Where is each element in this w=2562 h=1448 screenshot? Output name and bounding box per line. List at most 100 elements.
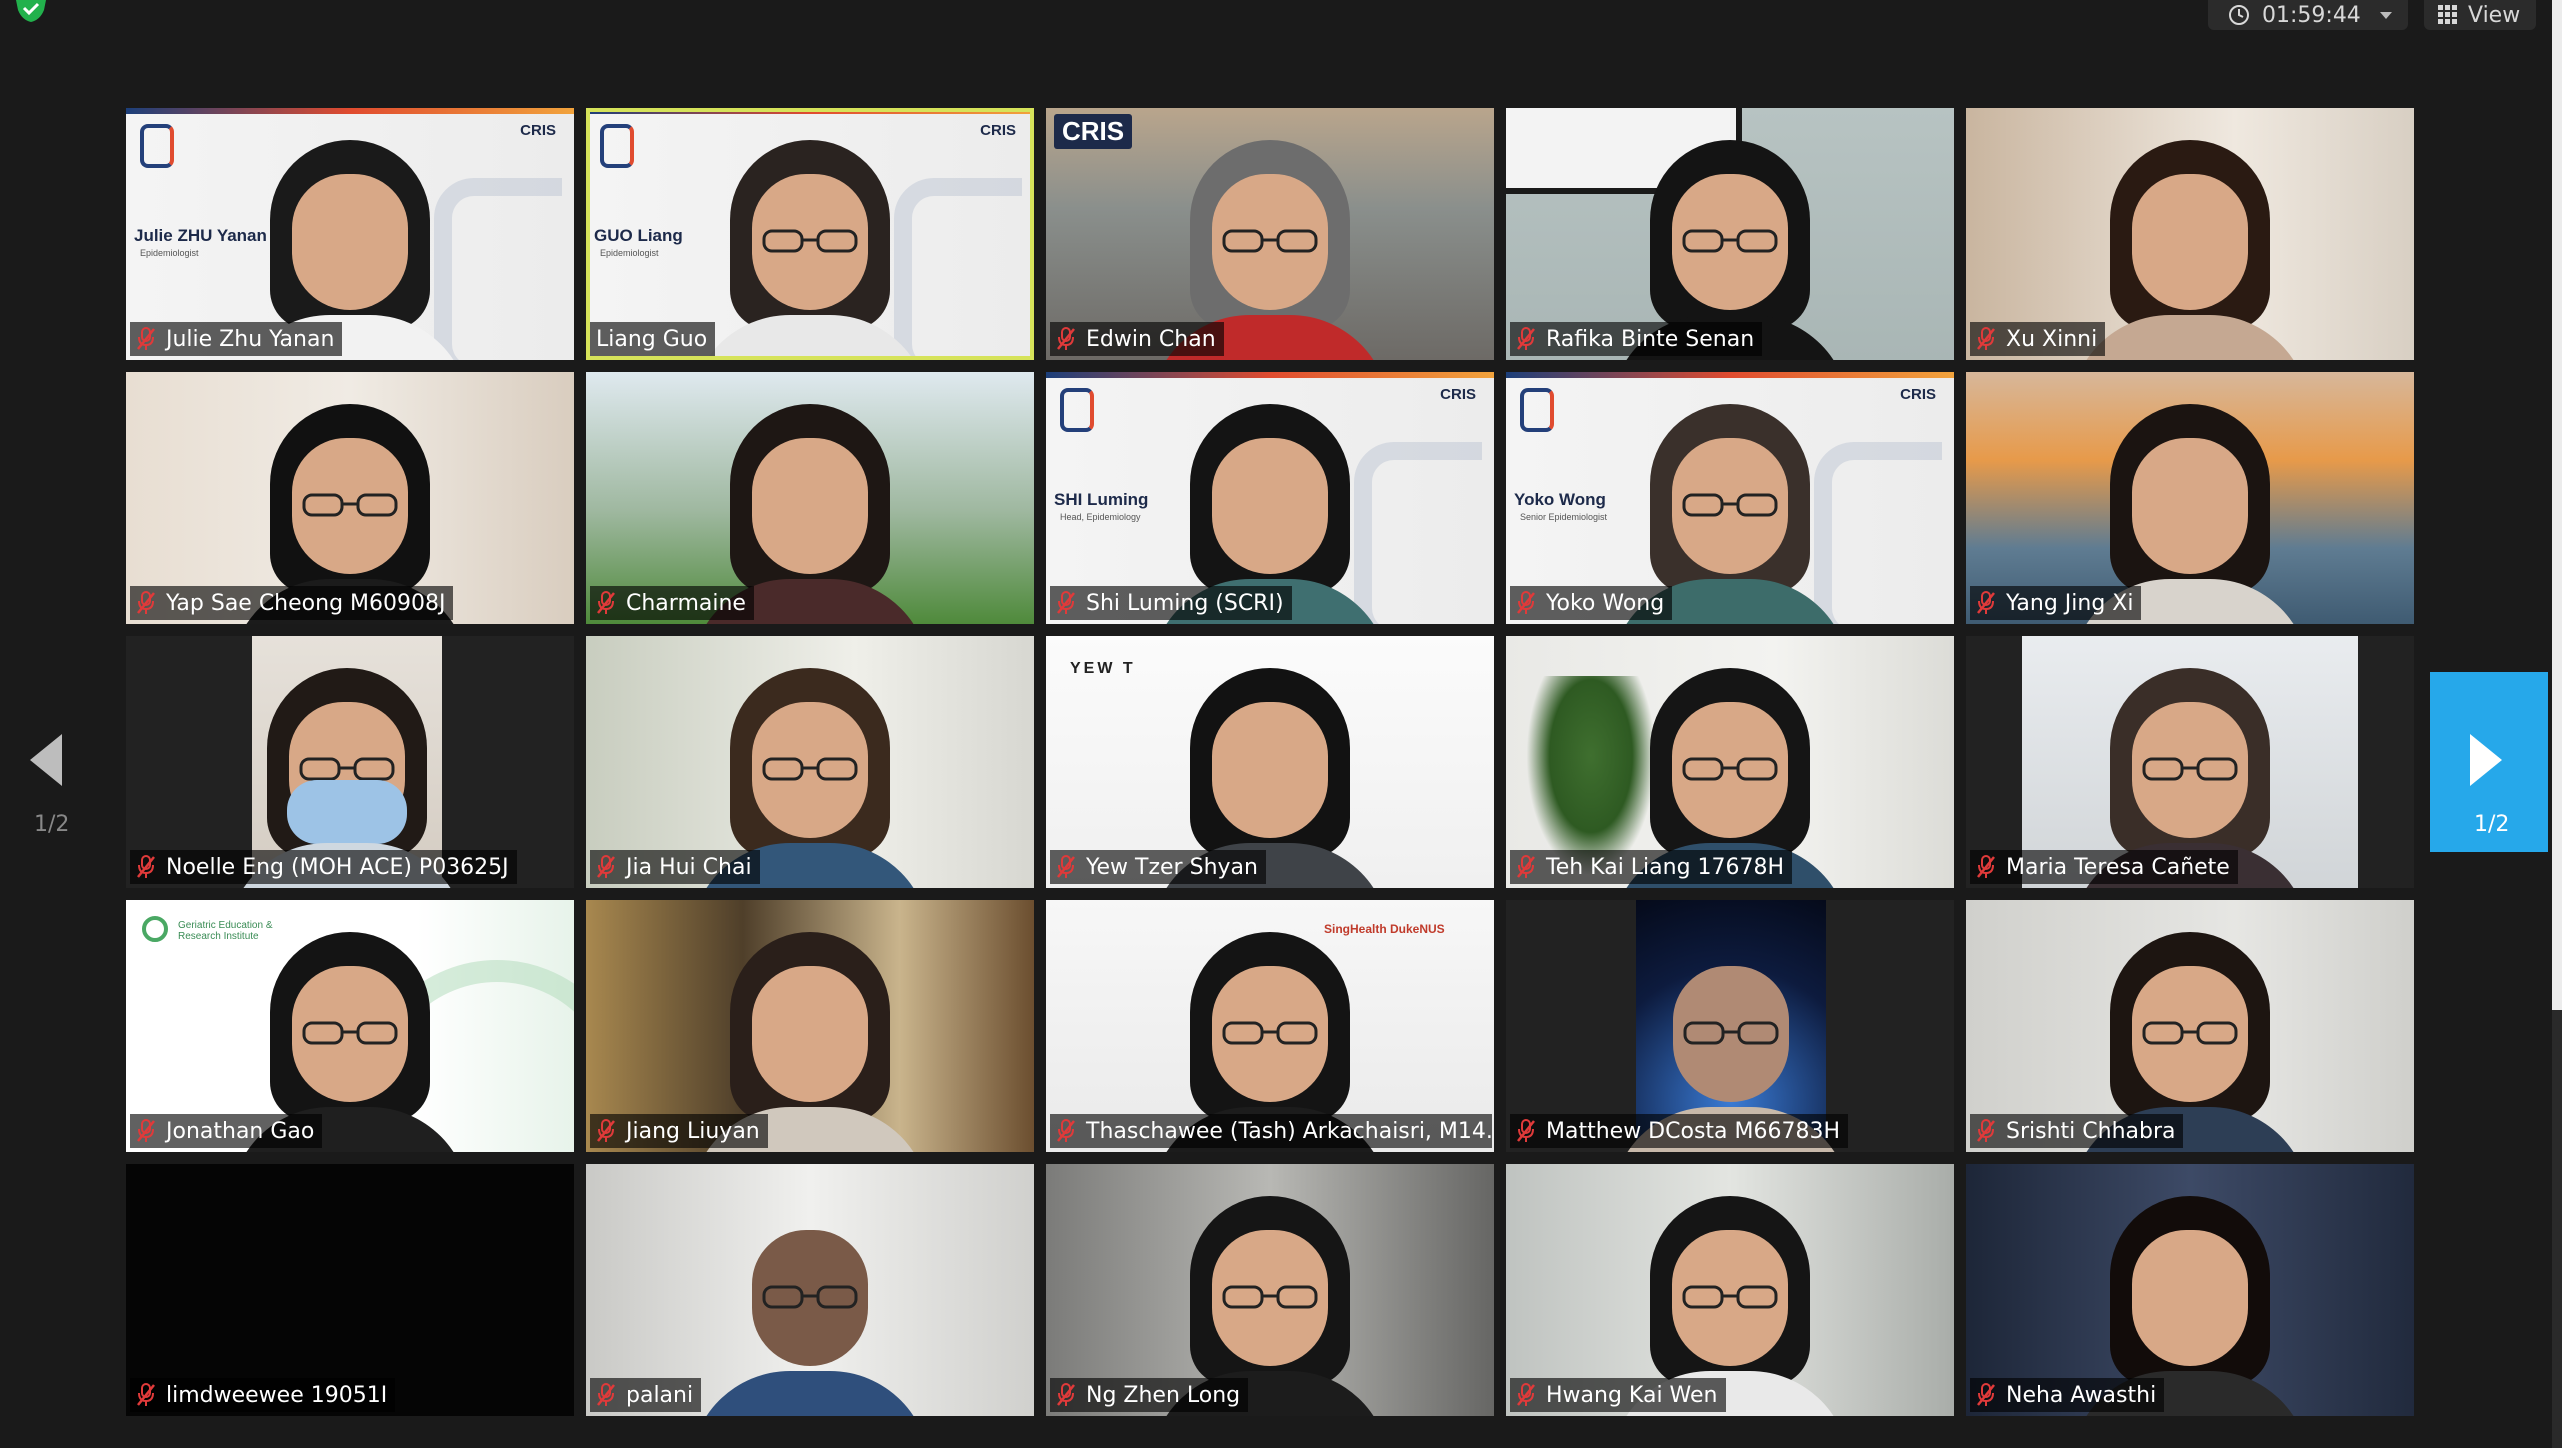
participant-name: limdweewee 19051I — [166, 1382, 388, 1408]
slide-accent-bar — [126, 108, 574, 114]
mic-muted-icon — [1977, 1383, 1995, 1406]
background-sign: YEW T — [1070, 660, 1136, 677]
video-tile[interactable]: Geriatric Education & Research Institute… — [126, 900, 574, 1152]
slide-presenter-role: Senior Epidemiologist — [1520, 512, 1608, 522]
video-tile[interactable]: Rafika Binte Senan — [1506, 108, 1954, 360]
participant-name: Matthew DCosta M66783H — [1546, 1118, 1841, 1144]
view-label: View — [2468, 2, 2521, 28]
page-indicator-right: 1/2 — [2474, 812, 2510, 837]
participant-name-tag: Edwin Chan — [1050, 322, 1224, 356]
video-tile[interactable]: YEW T Yew Tzer Shyan — [1046, 636, 1494, 888]
mic-muted-icon — [597, 1119, 615, 1142]
scri-logo-icon — [1060, 388, 1094, 432]
slide-accent-bar — [1506, 372, 1954, 378]
video-tile[interactable]: SingHealth DukeNUS Thaschawee (Tash) Arka… — [1046, 900, 1494, 1152]
video-tile[interactable]: Ng Zhen Long — [1046, 1164, 1494, 1416]
video-tile[interactable]: CRIS Edwin Chan — [1046, 108, 1494, 360]
video-tile[interactable]: Jiang Liuyan — [586, 900, 1034, 1152]
participant-name-tag: Rafika Binte Senan — [1510, 322, 1763, 356]
video-tile[interactable]: Jia Hui Chai — [586, 636, 1034, 888]
video-tile[interactable]: Srishti Chhabra — [1966, 900, 2414, 1152]
participant-name-tag: Yew Tzer Shyan — [1050, 850, 1266, 884]
participant-name-tag: Noelle Eng (MOH ACE) P03625J — [130, 850, 517, 884]
participant-name: Jiang Liuyan — [626, 1118, 760, 1144]
video-tile[interactable]: Neha Awasthi — [1966, 1164, 2414, 1416]
mic-muted-icon — [1057, 591, 1075, 614]
mic-muted-icon — [1977, 855, 1995, 878]
video-tile[interactable]: CRIS Julie ZHU Yanan Epidemiologist Julie Z… — [126, 108, 574, 360]
participant-name: Yang Jing Xi — [2006, 590, 2134, 616]
video-tile[interactable]: Yang Jing Xi — [1966, 372, 2414, 624]
video-tile[interactable]: Hwang Kai Wen — [1506, 1164, 1954, 1416]
shield-check-icon[interactable] — [14, 0, 48, 22]
mic-muted-icon — [1057, 327, 1075, 350]
scrollbar-thumb[interactable] — [2552, 0, 2562, 1010]
cris-logo: CRIS — [520, 122, 556, 139]
participant-name: Yap Sae Cheong M60908J — [166, 590, 446, 616]
video-tile[interactable]: Teh Kai Liang 17678H — [1506, 636, 1954, 888]
video-tile[interactable]: Maria Teresa Cañete — [1966, 636, 2414, 888]
grid-view-icon — [2438, 5, 2457, 24]
video-tile[interactable]: limdweewee 19051I — [126, 1164, 574, 1416]
cris-logo: CRIS — [980, 122, 1016, 139]
video-tile[interactable]: CRIS SHI Luming Head, Epidemiology Shi Lumi… — [1046, 372, 1494, 624]
scri-logo-icon — [1520, 388, 1554, 432]
mic-muted-icon — [1517, 1119, 1535, 1142]
video-tile[interactable]: palani — [586, 1164, 1034, 1416]
participant-name-tag: Xu Xinni — [1970, 322, 2106, 356]
participant-name-tag: Yang Jing Xi — [1970, 586, 2142, 620]
video-tile[interactable]: Matthew DCosta M66783H — [1506, 900, 1954, 1152]
participant-name-tag: Liang Guo — [590, 322, 716, 356]
mic-muted-icon — [137, 1119, 155, 1142]
video-tile[interactable]: CRIS GUO Liang Epidemiologist Liang Guo — [586, 108, 1034, 360]
participant-name-tag: Jonathan Gao — [130, 1114, 323, 1148]
video-tile[interactable]: Yap Sae Cheong M60908J — [126, 372, 574, 624]
mic-muted-icon — [137, 855, 155, 878]
mic-muted-icon — [1517, 327, 1535, 350]
participant-name-tag: Charmaine — [590, 586, 754, 620]
mic-muted-icon — [1977, 1119, 1995, 1142]
participant-name: Thaschawee (Tash) Arkachaisri, M14... — [1086, 1118, 1492, 1144]
participant-name-tag: Julie Zhu Yanan — [130, 322, 343, 356]
participant-name-tag: palani — [590, 1378, 702, 1412]
participant-name-tag: Maria Teresa Cañete — [1970, 850, 2238, 884]
participant-name: Liang Guo — [596, 326, 708, 352]
participant-name: Xu Xinni — [2006, 326, 2098, 352]
participant-grid: CRIS Julie ZHU Yanan Epidemiologist Julie Z… — [126, 108, 2414, 1416]
slide-presenter-name: SHI Luming — [1054, 490, 1149, 509]
mic-muted-icon — [1057, 855, 1075, 878]
participant-figure — [2070, 140, 2310, 360]
slide-presenter-name: GUO Liang — [594, 226, 683, 245]
scri-logo-icon — [140, 124, 174, 168]
participant-name: Charmaine — [626, 590, 746, 616]
slide-accent-bar — [586, 108, 1034, 114]
participant-figure — [690, 140, 930, 360]
timer-text: 01:59:44 — [2262, 2, 2361, 28]
view-button[interactable]: View — [2424, 0, 2536, 30]
participant-name: Teh Kai Liang 17678H — [1546, 854, 1785, 880]
participant-name: Neha Awasthi — [2006, 1382, 2157, 1408]
video-tile[interactable]: Xu Xinni — [1966, 108, 2414, 360]
participant-name: Edwin Chan — [1086, 326, 1216, 352]
participant-figure — [690, 1196, 930, 1416]
participant-name: Yoko Wong — [1546, 590, 1665, 616]
video-tile[interactable]: CRIS Yoko Wong Senior Epidemiologist Yoko W… — [1506, 372, 1954, 624]
meeting-timer[interactable]: 01:59:44 — [2208, 0, 2408, 30]
video-tile[interactable]: Charmaine — [586, 372, 1034, 624]
participant-name-tag: Yap Sae Cheong M60908J — [130, 586, 454, 620]
mic-muted-icon — [1057, 1383, 1075, 1406]
participant-name-tag: Ng Zhen Long — [1050, 1378, 1249, 1412]
mic-muted-icon — [597, 591, 615, 614]
participant-name: Rafika Binte Senan — [1546, 326, 1755, 352]
page-indicator-left: 1/2 — [34, 812, 70, 837]
participant-name-tag: Jia Hui Chai — [590, 850, 760, 884]
mic-muted-icon — [137, 327, 155, 350]
mic-muted-icon — [1057, 1119, 1075, 1142]
next-page-button[interactable]: 1/2 — [2430, 672, 2548, 852]
mic-muted-icon — [1977, 591, 1995, 614]
chevron-down-icon[interactable] — [2380, 11, 2392, 19]
video-tile[interactable]: Noelle Eng (MOH ACE) P03625J — [126, 636, 574, 888]
participant-name-tag: Neha Awasthi — [1970, 1378, 2165, 1412]
participant-name: Ng Zhen Long — [1086, 1382, 1241, 1408]
participant-name: palani — [626, 1382, 694, 1408]
